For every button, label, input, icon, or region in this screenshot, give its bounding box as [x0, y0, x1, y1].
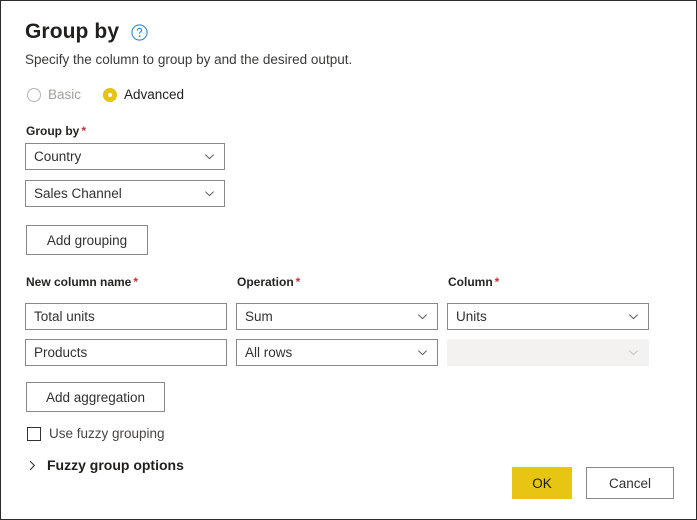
aggregation-row-2-column-dropdown — [447, 339, 649, 366]
required-asterisk: * — [79, 124, 86, 138]
aggregation-row-2-name-value: Products — [34, 340, 218, 365]
help-circle-icon[interactable] — [131, 24, 148, 41]
required-asterisk: * — [294, 275, 301, 289]
radio-mark-advanced — [103, 88, 117, 102]
required-asterisk: * — [131, 275, 138, 289]
radio-label-basic: Basic — [48, 87, 81, 102]
group-by-label: Group by* — [26, 124, 674, 139]
chevron-down-icon — [203, 150, 216, 163]
group-by-dropdown-2[interactable]: Sales Channel — [25, 180, 225, 207]
use-fuzzy-grouping-label: Use fuzzy grouping — [49, 426, 165, 441]
group-by-dropdown-2-value: Sales Channel — [34, 181, 197, 206]
chevron-right-icon — [27, 460, 38, 471]
aggregation-grid: New column name* Operation* Column* Tota… — [25, 275, 674, 366]
aggregation-row-1-column-dropdown[interactable]: Units — [447, 303, 649, 330]
chevron-down-icon — [627, 346, 640, 359]
checkbox-mark — [27, 427, 41, 441]
chevron-down-icon — [627, 310, 640, 323]
dialog-footer: OK Cancel — [512, 467, 674, 499]
add-grouping-button[interactable]: Add grouping — [26, 225, 148, 255]
dialog-header: Group by — [25, 19, 674, 45]
dialog-subtitle: Specify the column to group by and the d… — [25, 51, 674, 69]
add-aggregation-button[interactable]: Add aggregation — [26, 382, 165, 412]
page-title: Group by — [25, 19, 119, 45]
chevron-down-icon — [203, 187, 216, 200]
aggregation-row-1-operation-dropdown[interactable]: Sum — [236, 303, 438, 330]
aggregation-row-2-operation-dropdown[interactable]: All rows — [236, 339, 438, 366]
aggregation-row-1-operation-value: Sum — [245, 304, 410, 329]
aggregation-row-1-name-value: Total units — [34, 304, 218, 329]
aggregation-header-operation: Operation* — [237, 275, 438, 290]
chevron-down-icon — [416, 310, 429, 323]
cancel-button[interactable]: Cancel — [586, 467, 674, 499]
chevron-down-icon — [416, 346, 429, 359]
radio-mark-basic — [27, 88, 41, 102]
mode-radio-group: Basic Advanced — [27, 87, 674, 102]
group-by-dialog: Group by Specify the column to group by … — [0, 0, 697, 520]
aggregation-row-2-operation-value: All rows — [245, 340, 410, 365]
radio-label-advanced: Advanced — [124, 87, 184, 102]
group-by-dropdown-1[interactable]: Country — [25, 143, 225, 170]
aggregation-row-1-column-value: Units — [456, 304, 621, 329]
group-by-dropdown-1-value: Country — [34, 144, 197, 169]
aggregation-header-new-column-name: New column name* — [26, 275, 227, 290]
fuzzy-group-options-label: Fuzzy group options — [47, 457, 184, 473]
aggregation-row-1-name-input[interactable]: Total units — [25, 303, 227, 330]
aggregation-header-column: Column* — [448, 275, 649, 290]
use-fuzzy-grouping-checkbox[interactable]: Use fuzzy grouping — [27, 426, 674, 441]
radio-basic[interactable]: Basic — [27, 87, 81, 102]
required-asterisk: * — [493, 275, 500, 289]
ok-button[interactable]: OK — [512, 467, 572, 499]
aggregation-row-2-name-input[interactable]: Products — [25, 339, 227, 366]
radio-advanced[interactable]: Advanced — [103, 87, 184, 102]
